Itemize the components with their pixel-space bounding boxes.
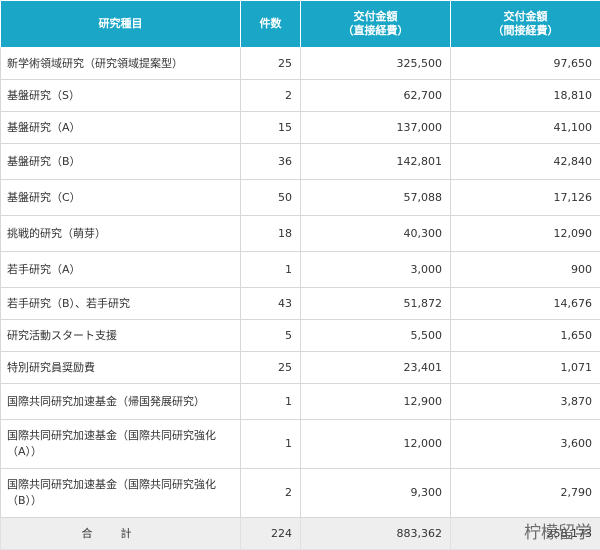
header-count: 件数 [241,1,301,48]
row-indirect: 900 [451,252,600,288]
table-row: 新学術領域研究（研究領域提案型） 25 325,500 97,650 [1,48,600,80]
row-indirect: 3,870 [451,384,600,420]
total-direct: 883,362 [301,518,451,550]
row-count: 15 [241,112,301,144]
row-indirect: 18,810 [451,80,600,112]
table-row: 若手研究（B）、若手研究 43 51,872 14,676 [1,288,600,320]
table-row: 国際共同研究加速基金（国際共同研究強化（A）） 1 12,000 3,600 [1,420,600,469]
row-indirect: 14,676 [451,288,600,320]
row-count: 36 [241,144,301,180]
row-indirect: 42,840 [451,144,600,180]
row-indirect: 12,090 [451,216,600,252]
row-count: 25 [241,352,301,384]
row-direct: 9,300 [301,469,451,518]
row-direct: 137,000 [301,112,451,144]
row-count: 18 [241,216,301,252]
row-count: 50 [241,180,301,216]
row-indirect: 1,650 [451,320,600,352]
table-row: 国際共同研究加速基金（帰国発展研究） 1 12,900 3,870 [1,384,600,420]
row-indirect: 1,071 [451,352,600,384]
row-count: 2 [241,469,301,518]
row-direct: 62,700 [301,80,451,112]
row-name: 基盤研究（S） [1,80,241,112]
row-indirect: 3,600 [451,420,600,469]
row-indirect: 17,126 [451,180,600,216]
row-direct: 12,900 [301,384,451,420]
header-indirect-cost: 交付金額（間接経費） [451,1,600,48]
header-research-category: 研究種目 [1,1,241,48]
row-direct: 12,000 [301,420,451,469]
row-indirect: 97,650 [451,48,600,80]
header-row: 研究種目 件数 交付金額（直接経費） 交付金額（間接経費） [1,1,600,48]
row-direct: 51,872 [301,288,451,320]
table-row: 基盤研究（S） 2 62,700 18,810 [1,80,600,112]
row-count: 1 [241,384,301,420]
row-name: 国際共同研究加速基金（国際共同研究強化（B）） [1,469,241,518]
watermark: 柠檬留学 [524,518,592,543]
table-row: 基盤研究（C） 50 57,088 17,126 [1,180,600,216]
total-row: 合計 224 883,362 258,173 [1,518,600,550]
row-name: 若手研究（A） [1,252,241,288]
row-name: 研究活動スタート支援 [1,320,241,352]
row-direct: 5,500 [301,320,451,352]
table-row: 挑戦的研究（萌芽） 18 40,300 12,090 [1,216,600,252]
row-name: 国際共同研究加速基金（国際共同研究強化（A）） [1,420,241,469]
row-indirect: 41,100 [451,112,600,144]
grant-table: 研究種目 件数 交付金額（直接経費） 交付金額（間接経費） 新学術領域研究（研究… [0,0,600,550]
total-count: 224 [241,518,301,550]
row-name: 基盤研究（C） [1,180,241,216]
row-name: 特別研究員奨励費 [1,352,241,384]
row-name: 国際共同研究加速基金（帰国発展研究） [1,384,241,420]
row-count: 1 [241,420,301,469]
table-row: 若手研究（A） 1 3,000 900 [1,252,600,288]
row-direct: 3,000 [301,252,451,288]
row-name: 挑戦的研究（萌芽） [1,216,241,252]
row-name: 若手研究（B）、若手研究 [1,288,241,320]
row-indirect: 2,790 [451,469,600,518]
row-direct: 40,300 [301,216,451,252]
table-row: 基盤研究（A） 15 137,000 41,100 [1,112,600,144]
table-row: 基盤研究（B） 36 142,801 42,840 [1,144,600,180]
row-count: 25 [241,48,301,80]
table-row: 特別研究員奨励費 25 23,401 1,071 [1,352,600,384]
row-direct: 325,500 [301,48,451,80]
row-name: 基盤研究（B） [1,144,241,180]
row-name: 基盤研究（A） [1,112,241,144]
row-name: 新学術領域研究（研究領域提案型） [1,48,241,80]
row-count: 5 [241,320,301,352]
row-direct: 57,088 [301,180,451,216]
total-label: 合計 [1,518,241,550]
table-row: 国際共同研究加速基金（国際共同研究強化（B）） 2 9,300 2,790 [1,469,600,518]
row-direct: 142,801 [301,144,451,180]
row-count: 2 [241,80,301,112]
table-row: 研究活動スタート支援 5 5,500 1,650 [1,320,600,352]
row-count: 1 [241,252,301,288]
header-direct-cost: 交付金額（直接経費） [301,1,451,48]
row-direct: 23,401 [301,352,451,384]
row-count: 43 [241,288,301,320]
